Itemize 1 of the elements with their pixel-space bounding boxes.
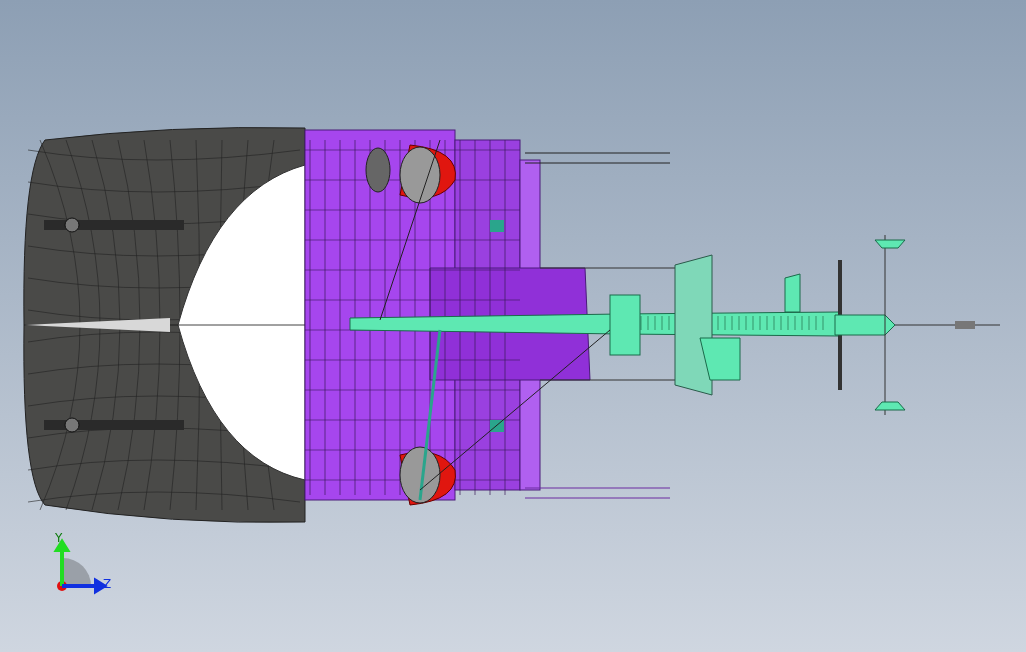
axis-label: Y xyxy=(55,531,63,545)
